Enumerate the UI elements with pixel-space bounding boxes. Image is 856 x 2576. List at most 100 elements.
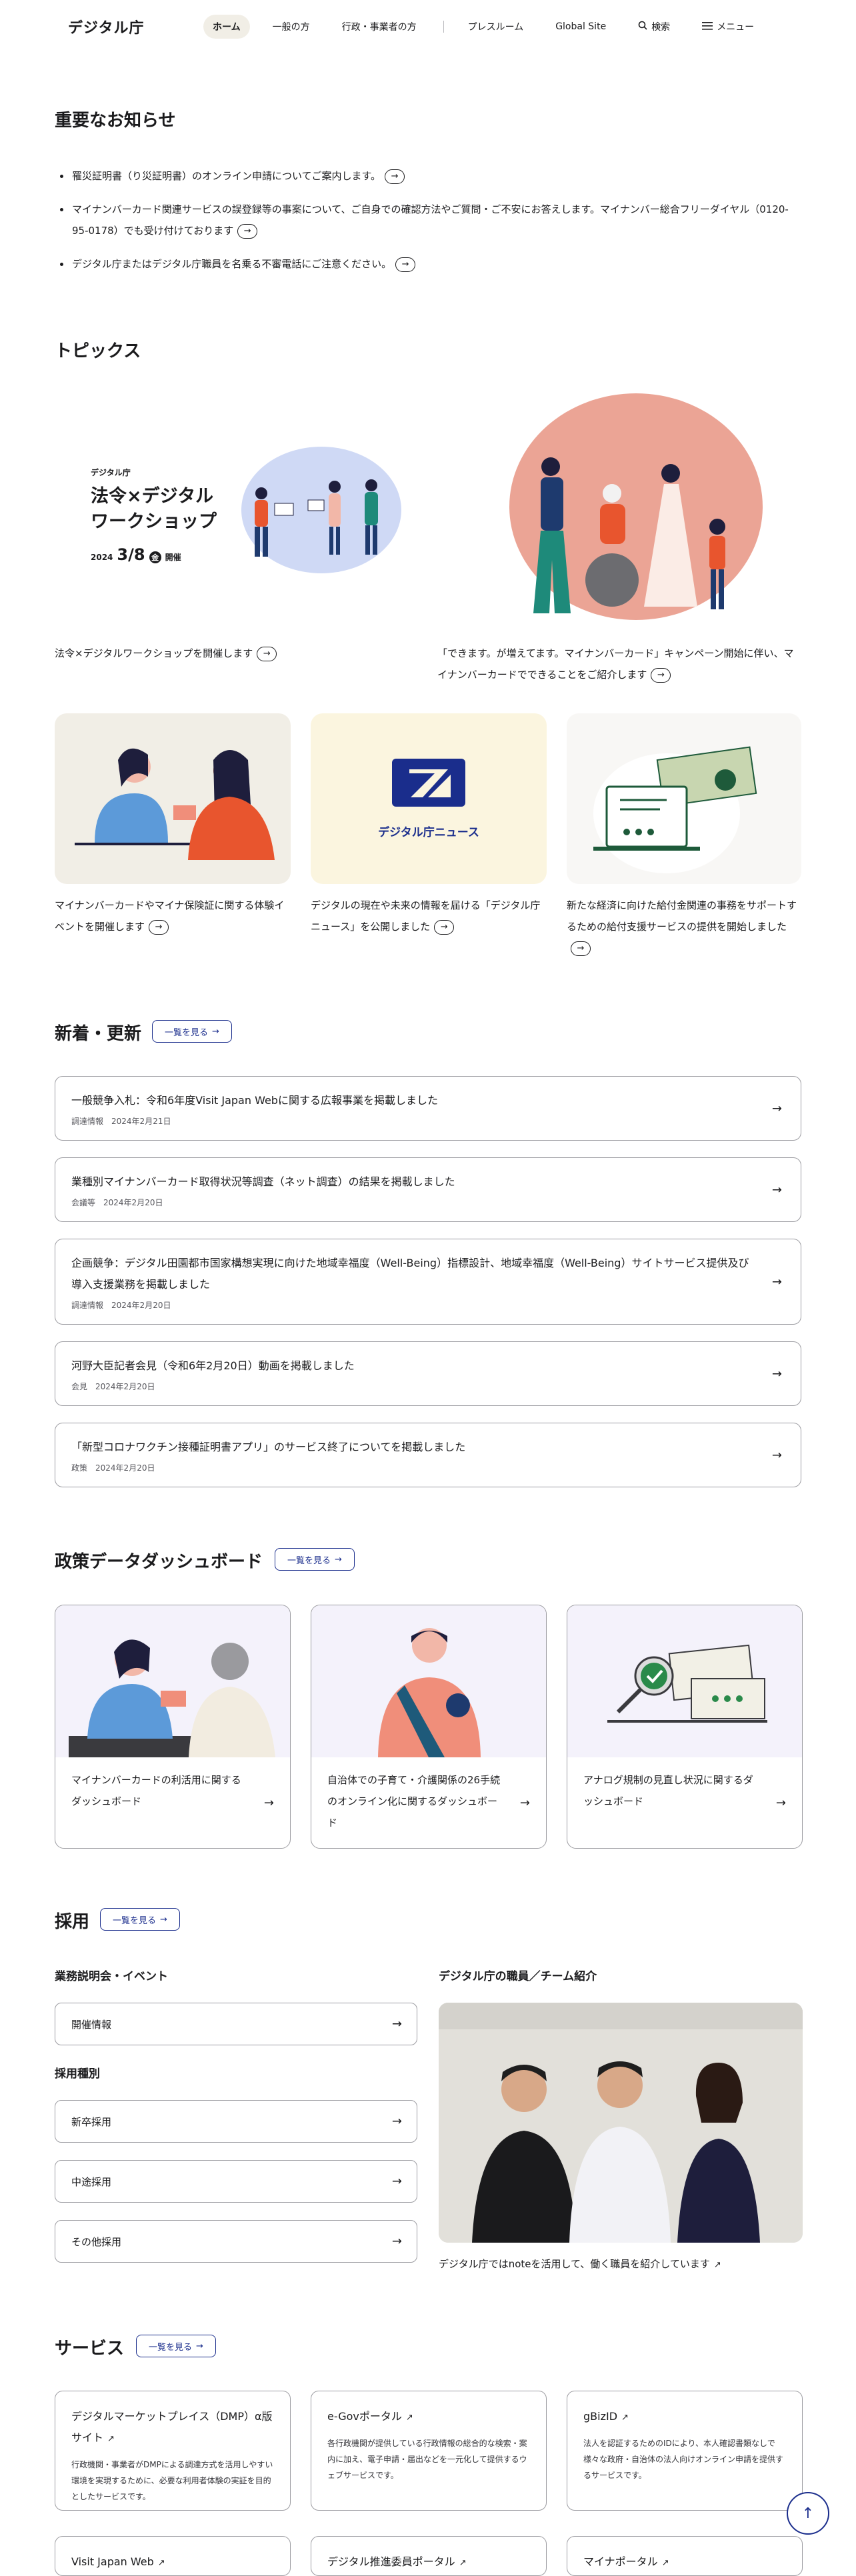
nav-home[interactable]: ホーム <box>203 15 250 39</box>
news-date: 2024年2月20日 <box>103 1198 163 1207</box>
arrow-right-icon: → <box>519 1796 530 1810</box>
more-label: 一覧を見る <box>149 2342 193 2353</box>
arrow-right-icon: → <box>196 2341 203 2351</box>
news-card[interactable]: 「新型コロナワクチン接種証明書アプリ」のサービス終了についてを掲載しました 政策… <box>55 1423 801 1487</box>
topic-link[interactable]: マイナンバーカードやマイナ保険証に関する体験イベントを開催します <box>55 899 284 933</box>
arrow-right-icon: → <box>391 2017 402 2031</box>
more-label: 一覧を見る <box>113 1915 157 1926</box>
service-card[interactable]: gBizID ↗ 法人を認証するためのIDにより、本人確認書類なしで様々な政府・自… <box>567 2391 803 2511</box>
service-title: マイナポータル ↗ <box>583 2551 786 2574</box>
arrow-right-icon[interactable]: → <box>257 646 277 661</box>
topics-title: トピックス <box>55 341 141 361</box>
back-to-top-button[interactable]: ↑ <box>787 2492 829 2535</box>
news-meta: 会議等 2024年2月20日 <box>71 1197 785 1208</box>
nav-global[interactable]: Global Site <box>546 16 615 37</box>
banner-date: 2024 3/8 金 開催 <box>91 545 181 564</box>
external-link-icon: ↗ <box>661 2558 669 2568</box>
news-date: 2024年2月20日 <box>111 1301 171 1310</box>
news-item-title: 「新型コロナワクチン接種証明書アプリ」のサービス終了についてを掲載しました <box>71 1441 466 1453</box>
events-info-button[interactable]: 開催情報 → <box>55 2003 417 2045</box>
topic-link[interactable]: デジタルの現在や未来の情報を届ける「デジタル庁ニュース」を公開しました <box>311 899 540 933</box>
news-item-title: 業種別マイナンバーカード取得状況等調査（ネット調査）の結果を掲載しました <box>71 1175 455 1188</box>
arrow-right-icon[interactable]: → <box>149 919 169 935</box>
nav-press[interactable]: プレスルーム <box>459 15 533 39</box>
topic-item: 新たな経済に向けた給付金関連の事務をサポートするための給付支援サービスの提供を開… <box>567 895 803 959</box>
notice-link[interactable]: デジタル庁またはデジタル庁職員を名乗る不審電話にご注意ください。 <box>72 258 391 270</box>
arrow-right-icon: → <box>771 1183 782 1197</box>
dashboard-more-button[interactable]: 一覧を見る → <box>275 1548 355 1571</box>
arrow-right-icon: → <box>771 1448 782 1462</box>
arrow-right-icon: → <box>391 2234 402 2249</box>
arrow-right-icon[interactable]: → <box>651 667 671 683</box>
dashboard-card[interactable]: 自治体での子育て・介護関係の26手続のオンライン化に関するダッシュボード → <box>311 1605 547 1849</box>
site-logo[interactable]: デジタル庁 <box>68 16 145 37</box>
recruit-more-button[interactable]: 一覧を見る → <box>100 1908 180 1931</box>
topic-link[interactable]: 法令×デジタルワークショップを開催します <box>55 647 253 659</box>
news-meta: 調達情報 2024年2月21日 <box>71 1115 785 1127</box>
menu-button[interactable]: メニュー <box>693 15 763 39</box>
news-meta: 政策 2024年2月20日 <box>71 1462 785 1473</box>
banner-day: 3/8 <box>117 545 145 564</box>
service-card[interactable]: マイナポータル ↗ <box>567 2536 803 2576</box>
services-title: サービス <box>55 2339 125 2359</box>
button-label: その他採用 <box>71 2235 122 2248</box>
news-item-title: 一般競争入札：令和6年度Visit Japan Webに関する広報事業を掲載しま… <box>71 1094 438 1107</box>
new-grad-button[interactable]: 新卒採用 → <box>55 2100 417 2143</box>
nav-general[interactable]: 一般の方 <box>263 15 319 39</box>
service-card[interactable]: デジタル推進委員ポータル ↗ <box>311 2536 547 2576</box>
services-more-button[interactable]: 一覧を見る → <box>136 2335 216 2357</box>
notice-link[interactable]: 罹災証明書（り災証明書）のオンライン申請についてご案内します。 <box>72 170 381 182</box>
button-label: 開催情報 <box>71 2018 112 2031</box>
notice-link[interactable]: マイナンバーカード関連サービスの誤登録等の事案について、ご自身での確認方法やご質… <box>72 203 789 237</box>
staff-note-link[interactable]: デジタル庁ではnoteを活用して、働く職員を紹介しています <box>439 2258 710 2270</box>
types-subtitle: 採用種別 <box>55 2067 100 2081</box>
arrow-right-icon[interactable]: → <box>237 223 258 239</box>
list-item: 罹災証明書（り災証明書）のオンライン申請についてご案内します。 → <box>56 165 803 187</box>
service-title: デジタルマーケットプレイス（DMP）α版サイト ↗ <box>71 2406 274 2450</box>
other-recruit-button[interactable]: その他採用 → <box>55 2220 417 2263</box>
news-logo-icon <box>392 759 465 807</box>
external-link-icon: ↗ <box>157 2558 165 2568</box>
search-button[interactable]: 検索 <box>629 15 679 39</box>
service-title: Visit Japan Web ↗ <box>71 2551 274 2574</box>
banner-weekday: 金 <box>149 551 161 563</box>
arrow-right-icon[interactable]: → <box>571 941 591 956</box>
arrow-right-icon: → <box>775 1796 786 1810</box>
nav-divider <box>443 21 444 33</box>
news-card[interactable]: 企画競争：デジタル田園都市国家構想実現に向けた地域幸福度（Well-Being）… <box>55 1239 801 1325</box>
digital-news-image[interactable]: デジタル庁ニュース <box>311 713 547 884</box>
news-more-button[interactable]: 一覧を見る → <box>152 1020 232 1043</box>
staff-photo-illustration <box>439 2003 803 2243</box>
news-card[interactable]: 河野大臣記者会見（令和6年2月20日）動画を掲載しました 会見 2024年2月20… <box>55 1341 801 1406</box>
benefit-support-image[interactable] <box>567 713 801 884</box>
mid-career-button[interactable]: 中途採用 → <box>55 2160 417 2203</box>
news-meta: 調達情報 2024年2月20日 <box>71 1299 785 1311</box>
workshop-banner[interactable]: デジタル庁 法令×デジタル ワークショップ 2024 3/8 金 開催 <box>55 393 445 624</box>
arrow-right-icon[interactable]: → <box>434 919 455 935</box>
dashboard-card[interactable]: マイナンバーカードの利活用に関するダッシュボード → <box>55 1605 291 1849</box>
arrow-right-icon: → <box>391 2114 402 2129</box>
external-link-icon: ↗ <box>713 2260 721 2270</box>
external-link-icon: ↗ <box>107 2434 115 2444</box>
news-item-title: 企画競争：デジタル田園都市国家構想実現に向けた地域幸福度（Well-Being）… <box>71 1257 749 1291</box>
payment-illustration <box>593 746 757 873</box>
mynumber-campaign-image[interactable] <box>437 393 801 624</box>
service-name: デジタルマーケットプレイス（DMP）α版サイト <box>71 2410 273 2444</box>
experience-event-image[interactable] <box>55 713 291 884</box>
service-card[interactable]: デジタルマーケットプレイス（DMP）α版サイト ↗ 行政機関・事業者がDMPによる… <box>55 2391 291 2511</box>
arrow-right-icon[interactable]: → <box>385 169 405 184</box>
news-card[interactable]: 一般競争入札：令和6年度Visit Japan Webに関する広報事業を掲載しま… <box>55 1076 801 1141</box>
service-card[interactable]: Visit Japan Web ↗ <box>55 2536 291 2576</box>
dashboard-card[interactable]: アナログ規制の見直し状況に関するダッシュボード → <box>567 1605 803 1849</box>
news-card[interactable]: 業種別マイナンバーカード取得状況等調査（ネット調査）の結果を掲載しました 会議等… <box>55 1157 801 1222</box>
nav-business[interactable]: 行政・事業者の方 <box>333 15 426 39</box>
topic-link[interactable]: 「できます。が増えてます。マイナンバーカード」キャンペーン開始に伴い、マイナンバ… <box>437 647 793 681</box>
arrow-right-icon[interactable]: → <box>395 257 416 272</box>
topic-link[interactable]: 新たな経済に向けた給付金関連の事務をサポートするための給付支援サービスの提供を開… <box>567 899 797 933</box>
staff-photo[interactable] <box>439 2003 803 2243</box>
arrow-right-icon: → <box>263 1796 274 1810</box>
service-card[interactable]: e-Govポータル ↗ 各行政機関が提供している行政情報の総合的な検索・案内に加え… <box>311 2391 547 2511</box>
staff-caption: デジタル庁ではnoteを活用して、働く職員を紹介しています ↗ <box>439 2253 803 2276</box>
dashboard-title: 政策データダッシュボード <box>55 1552 263 1572</box>
site-header: デジタル庁 ホーム 一般の方 行政・事業者の方 プレスルーム Global Si… <box>0 0 856 53</box>
